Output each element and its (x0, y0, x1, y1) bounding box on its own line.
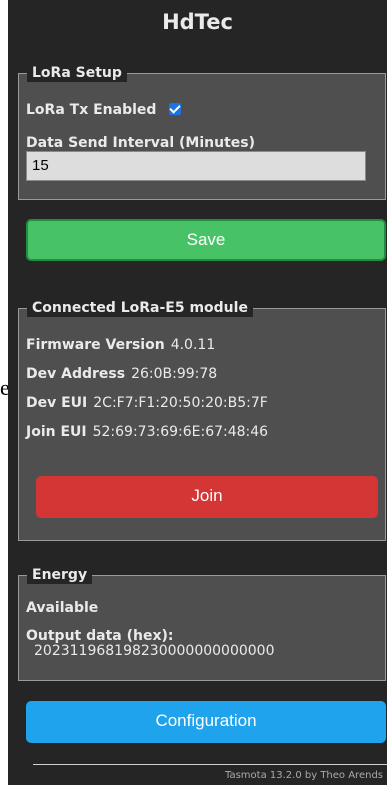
firmware-value: 4.0.11 (170, 337, 216, 353)
energy-fieldset: Energy Available Output data (hex): 2023… (18, 566, 386, 681)
output-value-row: 202311968198230000000000000 (34, 642, 275, 660)
lora-tx-checkbox[interactable] (168, 103, 181, 115)
dev-address-label: Dev Address (26, 366, 126, 382)
dev-eui-value: 2C:F7:F1:20:50:20:B5:7F (93, 395, 268, 411)
lora-tx-label: LoRa Tx Enabled (26, 102, 157, 118)
lora-setup-legend: LoRa Setup (27, 64, 127, 82)
dev-eui-row: Dev EUI 2C:F7:F1:20:50:20:B5:7F (26, 394, 268, 412)
join-eui-value: 52:69:73:69:6E:67:48:46 (92, 424, 269, 440)
module-legend: Connected LoRa-E5 module (27, 299, 253, 317)
energy-status-row: Available (26, 599, 98, 617)
configuration-button[interactable]: Configuration (26, 701, 386, 743)
join-button[interactable]: Join (36, 476, 378, 518)
dev-eui-label: Dev EUI (26, 395, 88, 411)
energy-legend: Energy (27, 566, 93, 584)
stray-text-fragment: e (0, 375, 8, 400)
output-value: 202311968198230000000000000 (34, 643, 275, 659)
save-button[interactable]: Save (26, 219, 386, 261)
page-title: HdTec (162, 10, 233, 34)
footer-credit: Tasmota 13.2.0 by Theo Arends (225, 770, 383, 781)
dev-address-value: 26:0B:99:78 (131, 366, 218, 382)
tasmota-panel: HdTec LoRa Setup LoRa Tx Enabled Data Se… (8, 0, 387, 785)
join-eui-label: Join EUI (26, 424, 87, 440)
footer-divider (33, 764, 387, 765)
lora-setup-fieldset: LoRa Setup LoRa Tx Enabled Data Send Int… (18, 64, 386, 200)
lora-tx-row: LoRa Tx Enabled (26, 101, 181, 119)
join-eui-row: Join EUI 52:69:73:69:6E:67:48:46 (26, 423, 268, 441)
interval-label: Data Send Interval (Minutes) (26, 135, 256, 151)
interval-input[interactable]: 15 (26, 151, 366, 181)
interval-label-row: Data Send Interval (Minutes) (26, 134, 255, 152)
dev-address-row: Dev Address 26:0B:99:78 (26, 365, 217, 383)
energy-status: Available (26, 600, 99, 616)
firmware-label: Firmware Version (26, 337, 165, 353)
firmware-row: Firmware Version 4.0.11 (26, 336, 215, 354)
